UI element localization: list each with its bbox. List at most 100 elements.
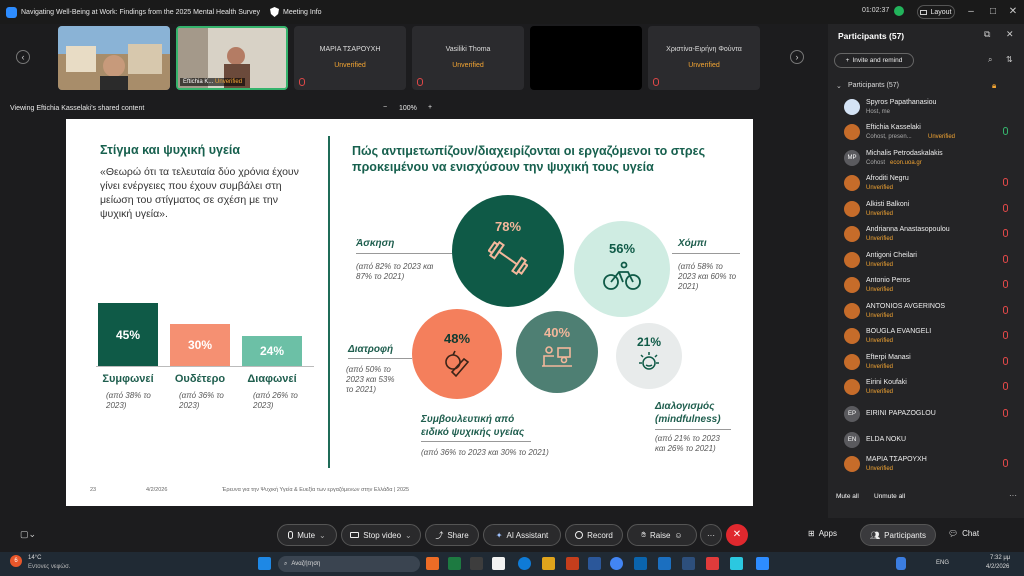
gallery-next-button[interactable]: › xyxy=(790,50,804,64)
bar-sub: (από 38% το 2023) xyxy=(106,391,151,410)
mic-muted-icon[interactable] xyxy=(1003,357,1008,365)
layout-icon xyxy=(920,9,928,15)
maximize-button[interactable]: □ xyxy=(986,5,1000,19)
participant-row[interactable]: EP EIRINI PAPAZOGLOU xyxy=(844,404,1014,429)
participant-row[interactable]: Antigoni Cheilari Unverified xyxy=(844,250,1014,275)
language-indicator[interactable]: ENG xyxy=(936,560,949,566)
video-tile-1[interactable] xyxy=(58,26,170,90)
participant-status: Unverified xyxy=(866,236,894,242)
mic-muted-icon[interactable] xyxy=(1003,255,1008,263)
mute-button[interactable]: Mute ⌄ xyxy=(277,524,337,546)
mic-muted-icon[interactable] xyxy=(1003,178,1008,186)
participant-row[interactable]: Spyros Papathanasiou Host, me xyxy=(844,97,1014,122)
video-tile-5[interactable] xyxy=(530,26,642,90)
dumbbell-icon xyxy=(488,240,528,276)
file-icon[interactable] xyxy=(470,557,483,570)
mic-muted-icon[interactable] xyxy=(1003,229,1008,237)
layout-button[interactable]: Layout xyxy=(917,5,955,19)
participant-row[interactable]: Alkisti Balkoni Unverified xyxy=(844,199,1014,224)
participant-row[interactable]: EN ELDA NOKU xyxy=(844,430,1014,455)
video-tile-2[interactable]: Eftichia K... Unverified xyxy=(176,26,288,90)
bar-value: 45% xyxy=(115,327,141,342)
apps-button[interactable]: ⊞ Apps xyxy=(808,529,837,538)
search-icon[interactable]: ⌕ xyxy=(988,55,992,65)
gallery-prev-button[interactable]: ‹ xyxy=(16,50,30,64)
folder-icon[interactable] xyxy=(542,557,555,570)
meeting-info-button[interactable]: Meeting Info xyxy=(270,7,322,17)
participants-group-title[interactable]: Participants (57) xyxy=(848,82,899,89)
participant-row[interactable]: MP Michalis Petrodaskalakis Cohost econ.… xyxy=(844,148,1014,173)
mic-muted-icon[interactable] xyxy=(1003,306,1008,314)
app-icon[interactable] xyxy=(706,557,719,570)
participant-row[interactable]: Eftichia Kasselaki Cohost, presen... Unv… xyxy=(844,122,1014,147)
zoom-taskbar-icon[interactable] xyxy=(756,557,769,570)
sun-face-icon xyxy=(639,352,659,370)
participant-name: Efterpi Manasi xyxy=(866,354,911,361)
video-tile-3[interactable]: ΜΑΡΙΑ ΤΣΑΡΟΥΧΗ Unverified xyxy=(294,26,406,90)
close-panel-button[interactable]: ✕ xyxy=(1006,29,1014,40)
ai-assistant-button[interactable]: ✦ AI Assistant xyxy=(483,524,561,546)
zoom-out-button[interactable]: − xyxy=(383,104,387,111)
record-button[interactable]: Record xyxy=(565,524,623,546)
windows-start-icon[interactable] xyxy=(258,557,271,570)
outlook-icon[interactable] xyxy=(634,557,647,570)
chat-button[interactable]: 💬︎ Chat xyxy=(948,529,979,538)
more-options-icon[interactable]: ··· xyxy=(1009,491,1017,500)
participant-row[interactable]: Efterpi Manasi Unverified xyxy=(844,352,1014,377)
mic-muted-icon[interactable] xyxy=(1003,459,1008,467)
close-window-button[interactable]: ✕ xyxy=(1006,5,1020,19)
powerpoint-icon[interactable] xyxy=(566,557,579,570)
participants-button[interactable]: 👥︎ Participants xyxy=(860,524,936,546)
popout-icon[interactable]: ⧉ xyxy=(984,29,990,40)
chevron-down-icon[interactable]: ⌄ xyxy=(836,82,842,90)
edge-icon[interactable] xyxy=(518,557,531,570)
participant-row[interactable]: BOUGLA EVANGELI Unverified xyxy=(844,326,1014,351)
participant-row[interactable]: ΜΑΡΙΑ ΤΣΑΡΟΥΧΗ Unverified xyxy=(844,454,1014,479)
stop-video-button[interactable]: Stop video ⌄ xyxy=(341,524,421,546)
weather-temp[interactable]: 14°C xyxy=(28,555,41,561)
mic-muted-icon[interactable] xyxy=(1003,382,1008,390)
app-icon[interactable] xyxy=(492,557,505,570)
microphone-tray-icon[interactable] xyxy=(896,557,906,570)
mic-muted-icon[interactable] xyxy=(1003,409,1008,417)
avatar: EN xyxy=(844,432,860,448)
leave-meeting-button[interactable]: ✕ xyxy=(726,524,748,546)
mic-muted-icon[interactable] xyxy=(1003,331,1008,339)
firefox-icon[interactable] xyxy=(426,557,439,570)
mic-muted-icon[interactable] xyxy=(1003,204,1008,212)
taskbar-search[interactable]: ⌕ Αναζήτηση xyxy=(278,556,420,572)
word-icon[interactable] xyxy=(588,557,601,570)
mic-muted-icon[interactable] xyxy=(1003,280,1008,288)
sort-icon[interactable]: ⇅ xyxy=(1006,55,1013,64)
shared-slide: Στίγμα και ψυχική υγεία «Θεωρώ ότι τα τε… xyxy=(66,119,753,506)
app-icon[interactable] xyxy=(682,557,695,570)
share-button[interactable]: ⤴ Share xyxy=(425,524,479,546)
video-tile-6[interactable]: Χριστίνα-Ειρήνη Φούντα Unverified xyxy=(648,26,760,90)
minimize-button[interactable]: – xyxy=(964,5,978,19)
more-button[interactable]: ··· xyxy=(700,524,722,546)
excel-icon[interactable] xyxy=(448,557,461,570)
weather-badge[interactable]: 6 xyxy=(10,555,22,567)
weather-desc[interactable]: Εντονες νεφώσ. xyxy=(28,564,70,570)
mic-on-icon[interactable] xyxy=(1003,127,1008,135)
app-icon[interactable] xyxy=(730,557,743,570)
app-icon[interactable] xyxy=(658,557,671,570)
unmute-all-button[interactable]: Unmute all xyxy=(874,493,905,500)
invite-button[interactable]: + Invite and remind xyxy=(834,53,914,68)
zoom-in-button[interactable]: + xyxy=(428,104,432,111)
clock-time[interactable]: 7:32 μμ xyxy=(990,555,1010,561)
search-placeholder: Αναζήτηση xyxy=(291,561,321,567)
clock-date[interactable]: 4/2/2026 xyxy=(986,564,1009,570)
participant-row[interactable]: ANTONIOS AVGERINOS Unverified xyxy=(844,301,1014,326)
bubble-diet: 48% xyxy=(412,309,502,399)
chrome-icon[interactable] xyxy=(610,557,623,570)
caption-icon[interactable]: ▢⌄ xyxy=(20,529,36,540)
participants-panel: Participants (57) ⧉ ✕ + Invite and remin… xyxy=(828,24,1024,552)
mute-all-button[interactable]: Mute all xyxy=(836,493,859,500)
participant-row[interactable]: Andrianna Anastasopoulou Unverified xyxy=(844,224,1014,249)
participant-row[interactable]: Eirini Koufaki Unverified xyxy=(844,377,1014,402)
raise-hand-button[interactable]: ✋︎ Raise ☺ xyxy=(627,524,697,546)
participant-row[interactable]: Afroditi Negru Unverified xyxy=(844,173,1014,198)
video-tile-4[interactable]: Vasiliki Thoma Unverified xyxy=(412,26,524,90)
participant-row[interactable]: Antonio Peros Unverified xyxy=(844,275,1014,300)
